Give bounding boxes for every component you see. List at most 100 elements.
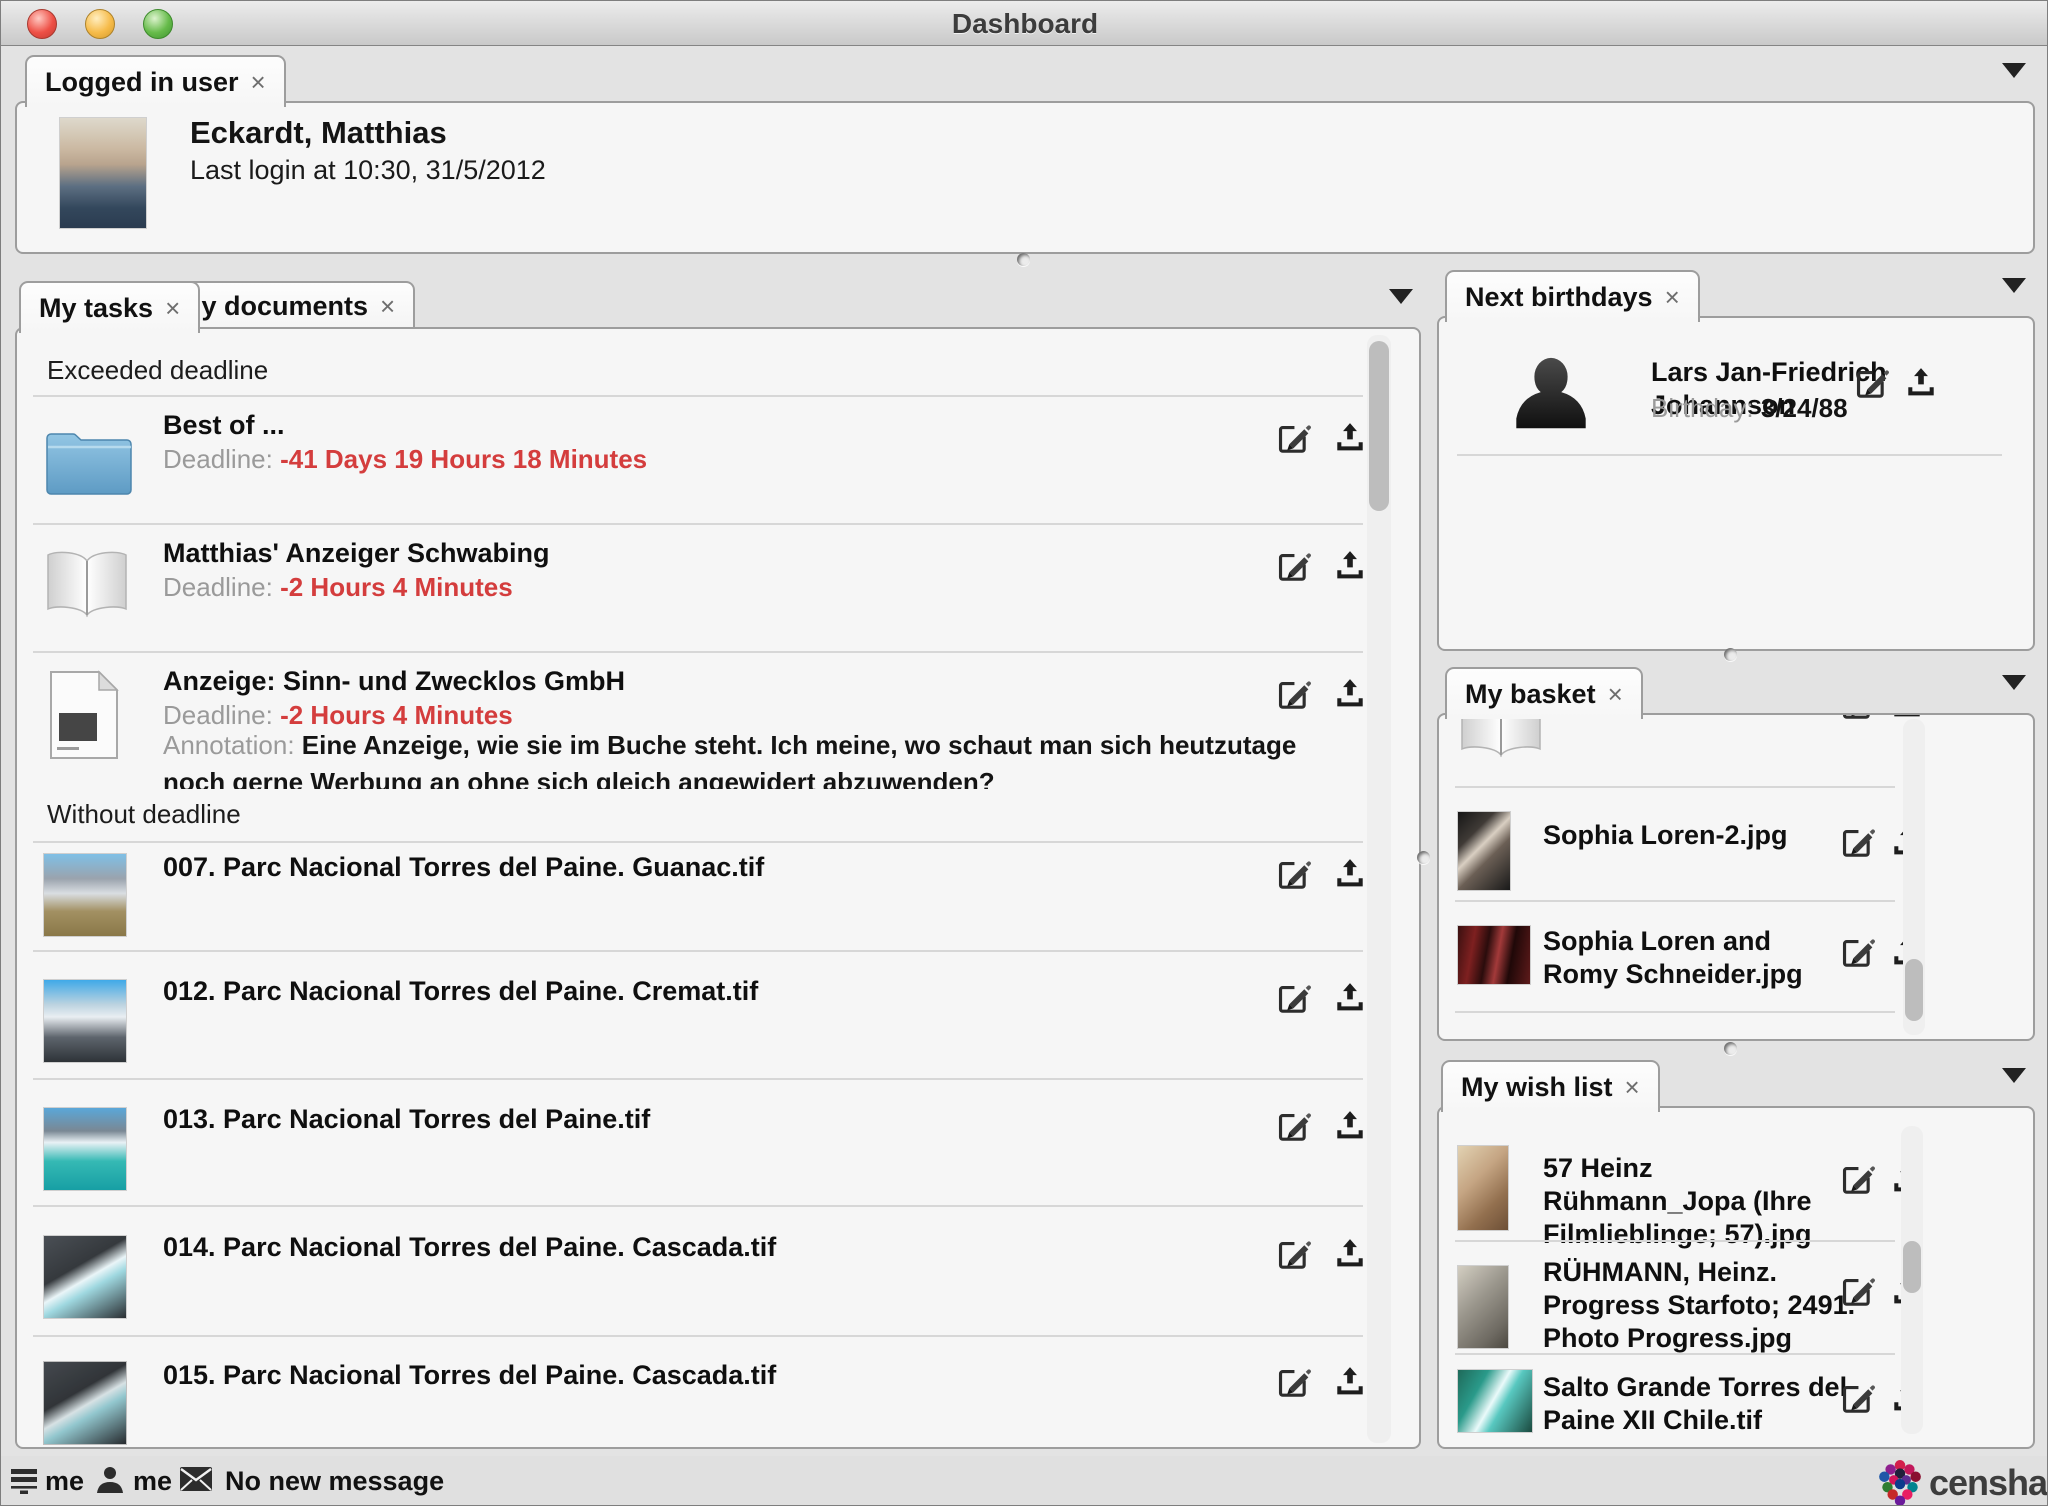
- my-wish-list-panel: 57 Heinz Rühmann_Jopa (Ihre Filmliebling…: [1437, 1106, 2035, 1449]
- divider: [33, 395, 1363, 397]
- next-birthdays-panel: Lars Jan-Friedrich Johannson Birthday: 3…: [1437, 316, 2035, 651]
- mountain-thumbnail: [43, 979, 127, 1063]
- tab-label: Next birthdays: [1465, 282, 1653, 313]
- bw-portrait-thumbnail: [1457, 1265, 1509, 1349]
- upload-icon[interactable]: [1332, 853, 1368, 891]
- upload-icon[interactable]: [1332, 673, 1368, 711]
- edit-icon[interactable]: [1271, 851, 1315, 893]
- dropdown-caret-icon[interactable]: [2002, 278, 2026, 293]
- edit-icon[interactable]: [1271, 1359, 1315, 1401]
- upload-icon[interactable]: [1332, 1233, 1368, 1271]
- upload-icon[interactable]: [1332, 1105, 1368, 1143]
- tab-my-tasks[interactable]: My tasks ×: [19, 281, 200, 333]
- deadline-label: Deadline:: [163, 572, 273, 602]
- document-icon: [45, 669, 123, 761]
- status-bar: me me No new message censhare: [1, 1456, 2048, 1506]
- edit-icon[interactable]: [1271, 1231, 1315, 1273]
- upload-icon[interactable]: [1332, 977, 1368, 1015]
- edit-icon[interactable]: [1835, 1268, 1879, 1310]
- edit-icon[interactable]: [1271, 415, 1315, 457]
- tab-label: My basket: [1465, 679, 1596, 710]
- close-icon[interactable]: ×: [1608, 681, 1623, 707]
- splitter-knob[interactable]: [1724, 648, 1737, 661]
- dashboard-window: Dashboard Logged in user × Eckardt, Matt…: [0, 0, 2048, 1506]
- deadline-value: -2 Hours 4 Minutes: [280, 572, 513, 602]
- censhare-logo-icon: [1877, 1459, 1923, 1506]
- dropdown-caret-icon[interactable]: [2002, 1068, 2026, 1083]
- task-title: 013. Parc Nacional Torres del Paine.tif: [163, 1103, 650, 1136]
- logged-in-user-panel: Eckardt, Matthias Last login at 10:30, 3…: [15, 101, 2035, 254]
- annotation-text: Eine Anzeige, wie sie im Buche steht. Ic…: [163, 730, 1296, 789]
- dropdown-caret-icon[interactable]: [1389, 289, 1413, 304]
- scrollbar-thumb[interactable]: [1905, 959, 1923, 1021]
- deadline-value: -2 Hours 4 Minutes: [280, 700, 513, 730]
- close-icon[interactable]: ×: [251, 69, 266, 95]
- edit-icon[interactable]: [1271, 1103, 1315, 1145]
- divider: [1457, 454, 2002, 456]
- edit-icon[interactable]: [1835, 819, 1879, 861]
- divider: [1455, 786, 1895, 788]
- task-title: 007. Parc Nacional Torres del Paine. Gua…: [163, 851, 764, 884]
- basket-item-title: Sophia Loren-2.jpg: [1543, 819, 1843, 852]
- upload-icon[interactable]: [1903, 362, 1939, 400]
- tab-label: My wish list: [1461, 1072, 1613, 1103]
- my-basket-panel: Sophia Loren-2.jpg Sophia Loren and Romy…: [1437, 713, 2035, 1041]
- tab-label: My tasks: [39, 293, 153, 324]
- deadline-label: Deadline:: [163, 700, 273, 730]
- guanaco-thumbnail: [43, 853, 127, 937]
- tab-label: Logged in user: [45, 67, 239, 98]
- edit-icon[interactable]: [1849, 360, 1893, 402]
- edit-icon[interactable]: [1271, 543, 1315, 585]
- edit-icon[interactable]: [1835, 1375, 1879, 1417]
- upload-icon[interactable]: [1332, 545, 1368, 583]
- scrollbar-thumb[interactable]: [1903, 1241, 1921, 1293]
- task-title: Best of ...: [163, 409, 285, 442]
- divider: [33, 1335, 1363, 1337]
- tab-next-birthdays[interactable]: Next birthdays ×: [1445, 270, 1700, 322]
- deadline-value: -41 Days 19 Hours 18 Minutes: [280, 444, 647, 474]
- queue-icon: [9, 1465, 39, 1495]
- edit-icon[interactable]: [1271, 671, 1315, 713]
- tab-my-basket[interactable]: My basket ×: [1445, 667, 1643, 719]
- splitter-knob[interactable]: [1724, 1042, 1737, 1055]
- close-icon[interactable]: ×: [165, 295, 180, 321]
- edit-icon[interactable]: [1271, 975, 1315, 1017]
- person-silhouette-icon: [1503, 354, 1599, 440]
- portrait-thumbnail: [1457, 811, 1511, 891]
- divider: [1455, 1353, 1895, 1355]
- dropdown-caret-icon[interactable]: [2002, 63, 2026, 78]
- edit-icon[interactable]: [1835, 1156, 1879, 1198]
- user-label: me: [133, 1466, 172, 1497]
- edit-icon[interactable]: [1835, 929, 1879, 971]
- close-icon[interactable]: ×: [1665, 284, 1680, 310]
- scrollbar-thumb[interactable]: [1369, 341, 1389, 511]
- dropdown-caret-icon[interactable]: [2002, 675, 2026, 690]
- divider: [33, 1205, 1363, 1207]
- divider: [1455, 1240, 1895, 1242]
- tab-my-wish-list[interactable]: My wish list ×: [1441, 1060, 1660, 1112]
- title-bar[interactable]: Dashboard: [1, 1, 2048, 46]
- divider: [33, 651, 1363, 653]
- message-status: No new message: [225, 1466, 444, 1497]
- splitter-knob[interactable]: [1017, 253, 1030, 266]
- divider: [1455, 1011, 1895, 1013]
- deadline-label: Deadline:: [163, 444, 273, 474]
- basket-item-title: Sophia Loren and Romy Schneider.jpg: [1543, 925, 1843, 991]
- waterfall-thumbnail: [43, 1235, 127, 1319]
- folder-icon: [43, 426, 135, 498]
- upload-icon[interactable]: [1332, 417, 1368, 455]
- close-icon[interactable]: ×: [1625, 1074, 1640, 1100]
- last-login: Last login at 10:30, 31/5/2012: [190, 155, 546, 186]
- divider: [33, 950, 1363, 952]
- user-name: Eckardt, Matthias: [190, 115, 447, 151]
- crowd-photo-thumbnail: [1457, 925, 1531, 985]
- splitter-knob[interactable]: [1417, 851, 1430, 864]
- task-title: 012. Parc Nacional Torres del Paine. Cre…: [163, 975, 758, 1008]
- tab-logged-in-user[interactable]: Logged in user ×: [25, 55, 286, 107]
- edit-icon[interactable]: [1835, 713, 1879, 723]
- queue-label: me: [45, 1466, 84, 1497]
- user-icon: [93, 1463, 127, 1497]
- upload-icon[interactable]: [1332, 1361, 1368, 1399]
- close-icon[interactable]: ×: [380, 293, 395, 319]
- task-title: Matthias' Anzeiger Schwabing: [163, 537, 549, 570]
